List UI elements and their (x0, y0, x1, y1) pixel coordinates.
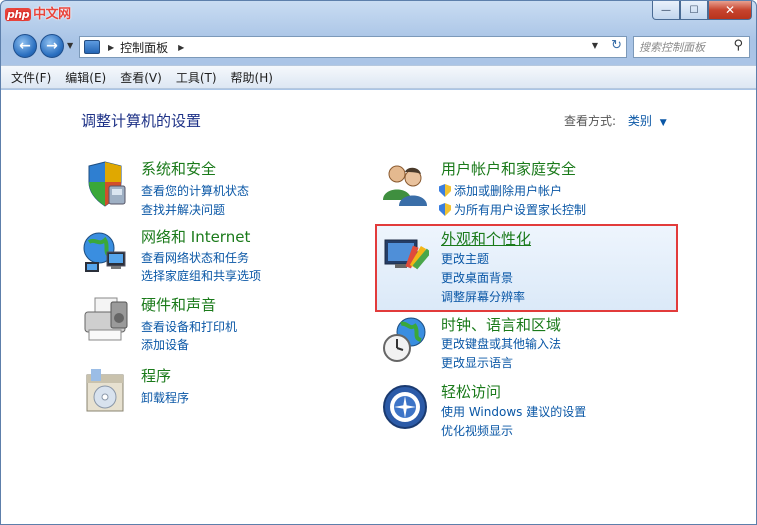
link-add-remove-accounts[interactable]: 添加或删除用户帐户 (439, 182, 562, 199)
link-adjust-resolution[interactable]: 调整屏幕分辨率 (441, 288, 525, 305)
view-by: 查看方式: 类别 ▼ (564, 112, 667, 129)
network-globe-icon (83, 232, 126, 272)
minimize-button[interactable]: — (652, 1, 680, 20)
close-button[interactable]: ✕ (708, 1, 752, 20)
back-arrow-icon: ← (19, 38, 31, 54)
php-logo: php 中文网 (5, 3, 71, 22)
link-uninstall-program[interactable]: 卸载程序 (141, 389, 189, 406)
maximize-icon: ☐ (689, 4, 699, 16)
category-ease-of-access: 轻松访问 使用 Windows 建议的设置 优化视频显示 (381, 383, 681, 443)
programs-box-icon (86, 369, 124, 412)
link-add-remove-accounts-text: 添加或删除用户帐户 (454, 184, 563, 198)
category-title-security[interactable]: 系统和安全 (141, 158, 216, 179)
category-programs: 程序 卸载程序 (81, 367, 361, 417)
menu-view[interactable]: 查看(V) (120, 69, 162, 86)
category-title-appearance[interactable]: 外观和个性化 (441, 228, 531, 249)
link-change-keyboard-input[interactable]: 更改键盘或其他输入法 (441, 335, 561, 352)
menu-bar: 文件(F) 编辑(E) 查看(V) 工具(T) 帮助(H) (1, 65, 756, 89)
back-button[interactable]: ← (13, 34, 37, 58)
forward-arrow-icon: → (46, 38, 58, 54)
view-by-select[interactable]: 类别 (628, 114, 652, 128)
address-dropdown-icon[interactable]: ▼ (592, 41, 598, 50)
menu-file[interactable]: 文件(F) (11, 69, 51, 86)
link-windows-recommended-settings[interactable]: 使用 Windows 建议的设置 (441, 403, 586, 420)
maximize-button[interactable]: ☐ (680, 1, 708, 20)
link-view-computer-status[interactable]: 查看您的计算机状态 (141, 182, 249, 199)
printer-icon (84, 297, 128, 341)
breadcrumb-separator-icon[interactable]: ▶ (178, 43, 184, 52)
search-icon[interactable]: ⚲ (733, 38, 743, 53)
category-title-network[interactable]: 网络和 Internet (141, 226, 250, 247)
clock-globe-icon (383, 317, 426, 362)
category-title-users[interactable]: 用户帐户和家庭安全 (441, 158, 576, 179)
category-title-hardware[interactable]: 硬件和声音 (141, 294, 216, 315)
link-change-display-language[interactable]: 更改显示语言 (441, 354, 513, 371)
link-devices-printers[interactable]: 查看设备和打印机 (141, 318, 237, 335)
breadcrumb-control-panel[interactable]: 控制面板 (120, 39, 168, 56)
uac-shield-icon (439, 184, 451, 197)
link-view-network-status[interactable]: 查看网络状态和任务 (141, 249, 249, 266)
logo-cn-text: 中文网 (33, 7, 71, 22)
category-network-internet: 网络和 Internet 查看网络状态和任务 选择家庭组和共享选项 (81, 228, 361, 288)
menu-tools[interactable]: 工具(T) (176, 69, 217, 86)
link-parental-controls-text: 为所有用户设置家长控制 (454, 203, 587, 217)
link-optimize-video-display[interactable]: 优化视频显示 (441, 422, 513, 439)
minimize-icon: — (661, 4, 671, 16)
link-change-theme[interactable]: 更改主题 (441, 250, 489, 267)
category-clock-language: 时钟、语言和区域 更改键盘或其他输入法 更改显示语言 (381, 316, 681, 376)
refresh-icon[interactable]: ↻ (611, 38, 622, 53)
control-panel-window: php 中文网 — ☐ ✕ ← → ▼ ▶ 控制面板 ▶ ▼ ↻ 搜索控制面板 ⚲… (0, 0, 757, 525)
recent-pages-dropdown-icon[interactable]: ▼ (67, 41, 73, 50)
category-title-clock[interactable]: 时钟、语言和区域 (441, 314, 561, 335)
page-title: 调整计算机的设置 (81, 112, 202, 130)
window-controls: — ☐ ✕ (652, 1, 752, 20)
link-add-device[interactable]: 添加设备 (141, 336, 189, 353)
menu-edit[interactable]: 编辑(E) (65, 69, 106, 86)
menu-help[interactable]: 帮助(H) (231, 69, 273, 86)
address-bar[interactable]: ▶ 控制面板 ▶ ▼ ↻ (79, 36, 627, 58)
category-system-security: 系统和安全 查看您的计算机状态 查找并解决问题 (81, 160, 361, 220)
logo-php-text: php (5, 8, 32, 21)
title-bar: php 中文网 — ☐ ✕ (1, 1, 756, 29)
search-input[interactable]: 搜索控制面板 (639, 39, 705, 55)
category-user-accounts: 用户帐户和家庭安全 添加或删除用户帐户 为所有用户设置家长控制 (381, 160, 681, 220)
link-parental-controls[interactable]: 为所有用户设置家长控制 (439, 201, 586, 218)
breadcrumb-separator-icon[interactable]: ▶ (108, 43, 114, 52)
category-title-programs[interactable]: 程序 (141, 365, 171, 386)
close-icon: ✕ (724, 3, 736, 17)
category-hardware-sound: 硬件和声音 查看设备和打印机 添加设备 (81, 296, 361, 356)
ease-of-access-icon (383, 385, 427, 429)
appearance-monitor-icon (384, 239, 429, 270)
users-icon (383, 165, 427, 206)
forward-button[interactable]: → (40, 34, 64, 58)
shield-security-icon (88, 161, 126, 207)
link-homegroup-sharing[interactable]: 选择家庭组和共享选项 (141, 267, 261, 284)
search-box[interactable]: 搜索控制面板 ⚲ (633, 36, 750, 58)
main-content: 调整计算机的设置 查看方式: 类别 ▼ 系统和安全 查看您的计算机状态 查找并解… (1, 90, 756, 524)
uac-shield-icon (439, 203, 451, 216)
link-find-fix-problems[interactable]: 查找并解决问题 (141, 201, 225, 218)
link-change-desktop-background[interactable]: 更改桌面背景 (441, 269, 513, 286)
control-panel-icon (84, 40, 100, 54)
navigation-row: ← → ▼ ▶ 控制面板 ▶ ▼ ↻ 搜索控制面板 ⚲ (1, 31, 756, 63)
category-appearance: 外观和个性化 更改主题 更改桌面背景 调整屏幕分辨率 (381, 228, 671, 305)
view-by-label: 查看方式: (564, 114, 617, 128)
category-title-access[interactable]: 轻松访问 (441, 381, 501, 402)
chevron-down-icon[interactable]: ▼ (660, 118, 667, 128)
